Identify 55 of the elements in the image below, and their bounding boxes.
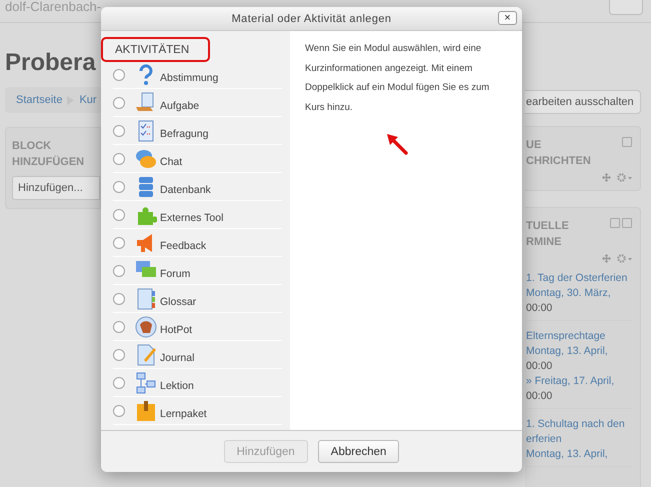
close-button[interactable]: × <box>498 11 517 25</box>
module-label[interactable]: Lernpaket <box>160 408 207 420</box>
module-label[interactable]: Glossar <box>160 296 196 308</box>
edit-toggle-button[interactable]: earbeiten ausschalten <box>525 90 641 114</box>
annotation-arrow <box>386 133 408 155</box>
event-time: 00:00 <box>526 389 554 404</box>
block-title: UE CHRICHTEN <box>526 138 591 169</box>
radio-button[interactable] <box>113 404 125 416</box>
module-label[interactable]: Feedback <box>160 240 206 252</box>
dialog-button[interactable]: Abbrechen <box>318 440 400 463</box>
radio-button[interactable] <box>113 320 125 332</box>
flowchart-icon <box>135 372 157 394</box>
move-icon[interactable] <box>602 173 611 182</box>
settings-icon[interactable] <box>617 173 632 182</box>
collapse-icon[interactable] <box>610 218 620 228</box>
event-time: 00:00 <box>526 359 554 374</box>
radio-button[interactable] <box>113 68 125 80</box>
menu-button[interactable] <box>609 0 643 15</box>
module-label[interactable]: HotPot <box>160 324 192 336</box>
speech-bubble-icon <box>135 148 157 170</box>
dock-icon[interactable] <box>622 137 632 147</box>
block-title: TUELLE RMINE <box>526 219 569 250</box>
module-label[interactable]: Journal <box>160 352 194 364</box>
module-label[interactable]: Externes Tool <box>160 212 224 224</box>
module-label[interactable]: Forum <box>160 268 190 280</box>
module-label[interactable]: Chat <box>160 156 182 168</box>
module-label[interactable]: Datenbank <box>160 184 211 196</box>
move-icon[interactable] <box>602 254 611 263</box>
glossary-book-icon <box>135 288 157 310</box>
radio-button[interactable] <box>113 152 125 164</box>
add-block-select[interactable]: Hinzufügen... <box>12 176 100 200</box>
module-label[interactable]: Befragung <box>160 128 208 140</box>
site-name: dolf-Clarenbach- <box>5 0 102 14</box>
dialog-title: Material oder Aktivität anlegen <box>232 12 392 24</box>
pencil-page-icon <box>135 344 157 366</box>
module-label[interactable]: Aufgabe <box>160 100 200 112</box>
help-text: Wenn Sie ein Modul auswählen, wird eine Kurzinformationen angezeigt. Mit einem Doppelklick auf ein Modul fügen Sie es zum Kurs hinzu. <box>305 42 490 114</box>
course-title: Probera <box>5 49 97 77</box>
radio-button[interactable] <box>113 292 125 304</box>
dock-icon[interactable] <box>622 218 632 228</box>
radio-button[interactable] <box>113 348 125 360</box>
radio-button[interactable] <box>113 208 125 220</box>
radio-button[interactable] <box>113 264 125 276</box>
block-title: BLOCK HINZUFÜGEN <box>12 139 86 170</box>
radio-button[interactable] <box>113 124 125 136</box>
module-label[interactable]: Lektion <box>160 380 194 392</box>
radio-button[interactable] <box>113 180 125 192</box>
radio-button[interactable] <box>113 376 125 388</box>
radio-button[interactable] <box>113 236 125 248</box>
module-label[interactable]: Abstimmung <box>160 72 218 84</box>
package-icon <box>135 400 157 422</box>
section-heading: AKTIVITÄTEN <box>115 44 190 56</box>
radio-button[interactable] <box>113 96 125 108</box>
event-time: 00:00 <box>526 301 554 316</box>
settings-icon[interactable] <box>617 254 632 263</box>
